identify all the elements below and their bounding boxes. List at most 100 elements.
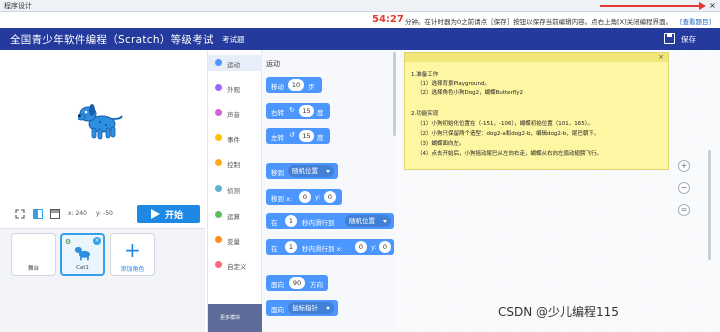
more-blocks-button[interactable]: 更多模块 bbox=[208, 304, 263, 332]
code-area[interactable]: × 1.准备工作 （1）选择背景Playground。 （2）选择角色小狗Dog… bbox=[396, 50, 720, 332]
fullscreen-icon[interactable] bbox=[15, 209, 25, 219]
code-scrollbar[interactable] bbox=[708, 150, 711, 260]
task-note[interactable]: × 1.准备工作 （1）选择背景Playground。 （2）选择角色小狗Dog… bbox=[404, 52, 669, 170]
block-text: 面向 bbox=[271, 306, 284, 314]
stage-canvas[interactable] bbox=[0, 50, 205, 200]
block-text: 左转 bbox=[271, 134, 284, 142]
category-dot bbox=[215, 185, 222, 192]
rotate-right-icon: ↻ bbox=[289, 106, 295, 114]
glide-xy-seconds-input[interactable]: 1 bbox=[285, 241, 297, 253]
stage-card[interactable]: 舞台 bbox=[11, 233, 56, 276]
window-close-icon[interactable]: × bbox=[708, 1, 717, 10]
window-title: 程序设计 bbox=[4, 2, 32, 10]
block-text: 方向 bbox=[310, 281, 323, 289]
note-close-icon[interactable]: × bbox=[658, 53, 664, 62]
palette-heading: 运动 bbox=[266, 60, 280, 68]
note-line: （1）小狗初始化位置在（-151，-106），蝴蝶初始位置（101，165）。 bbox=[417, 121, 593, 127]
category-motion[interactable]: 运动 bbox=[208, 55, 263, 71]
category-dot bbox=[215, 261, 222, 268]
category-variables[interactable]: 变量 bbox=[208, 232, 263, 248]
block-turn-left[interactable]: 左转 ↺ 15 度 bbox=[266, 128, 330, 144]
block-point-direction[interactable]: 面向 90 方向 bbox=[266, 275, 328, 291]
block-turn-right[interactable]: 右转 ↻ 15 度 bbox=[266, 103, 330, 119]
block-text: 右转 bbox=[271, 109, 284, 117]
category-looks[interactable]: 外观 bbox=[208, 80, 263, 96]
block-goto[interactable]: 移到 随机位置 bbox=[266, 163, 338, 179]
csdn-watermark: CSDN @少儿编程115 bbox=[498, 305, 619, 319]
exam-header: 全国青少年软件编程（Scratch）等级考试 考试题 保存 bbox=[0, 28, 720, 50]
play-icon bbox=[151, 209, 160, 219]
note-title-bar[interactable]: × bbox=[405, 53, 668, 62]
delete-sprite-icon[interactable]: × bbox=[93, 237, 101, 245]
turn-left-input[interactable]: 15 bbox=[299, 130, 314, 142]
tab-exam-question[interactable]: 考试题 bbox=[222, 34, 245, 45]
category-label: 运算 bbox=[227, 213, 240, 221]
small-stage-icon[interactable] bbox=[33, 209, 43, 219]
note-line: （2）选择角色小狗Dog2，蝴蝶Butterfly2 bbox=[417, 90, 524, 96]
point-towards-dropdown[interactable]: 鼠标指针 bbox=[288, 302, 334, 314]
direction-input[interactable]: 90 bbox=[289, 277, 305, 289]
category-my-blocks[interactable]: 自定义 bbox=[208, 257, 263, 273]
gear-icon[interactable]: ⚙ bbox=[65, 238, 71, 246]
note-line: （1）选择背景Playground。 bbox=[417, 81, 490, 87]
timer-message: 分钟。在计时器为0之前请点［保存］按钮以保存当前编辑内容。点右上角[X]关闭编程… bbox=[405, 18, 673, 26]
category-sensing[interactable]: 侦测 bbox=[208, 181, 263, 197]
view-question-link[interactable]: [查看题目] bbox=[680, 16, 711, 26]
category-dot bbox=[215, 134, 222, 141]
start-label: 开始 bbox=[165, 211, 184, 221]
more-blocks-label: 更多模块 bbox=[220, 315, 241, 321]
block-text: 移到 bbox=[271, 169, 284, 177]
zoom-reset-icon[interactable]: = bbox=[678, 204, 690, 216]
start-button[interactable]: 开始 bbox=[137, 205, 200, 223]
dog-sprite[interactable] bbox=[78, 100, 124, 142]
goto-target-dropdown[interactable]: 随机位置 bbox=[288, 165, 334, 177]
glide-y-input[interactable]: 0 bbox=[379, 241, 391, 253]
exam-title: 全国青少年软件编程（Scratch）等级考试 bbox=[10, 34, 214, 46]
turn-right-input[interactable]: 15 bbox=[299, 105, 314, 117]
x-coordinate: x: 240 bbox=[68, 210, 87, 217]
stage-card-label: 舞台 bbox=[27, 266, 39, 272]
large-stage-icon[interactable] bbox=[50, 209, 60, 219]
glide-target-dropdown[interactable]: 随机位置 bbox=[345, 215, 391, 227]
info-bar: 54:27 分钟。在计时器为0之前请点［保存］按钮以保存当前编辑内容。点右上角[… bbox=[0, 13, 720, 27]
save-label: 保存 bbox=[681, 35, 696, 44]
category-events[interactable]: 事件 bbox=[208, 130, 263, 146]
zoom-out-icon[interactable]: − bbox=[678, 182, 690, 194]
add-sprite-button[interactable]: + 添加角色 bbox=[110, 233, 155, 276]
goto-x-input[interactable]: 0 bbox=[299, 191, 311, 203]
category-label: 声音 bbox=[227, 111, 240, 119]
block-text: 度 bbox=[317, 109, 324, 117]
sprite-panel: 舞台 ⚙ × Cat1 + 添加角色 bbox=[0, 228, 205, 332]
save-icon bbox=[664, 33, 675, 44]
plus-icon: + bbox=[124, 238, 141, 262]
zoom-in-icon[interactable]: + bbox=[678, 160, 690, 172]
goto-y-input[interactable]: 0 bbox=[324, 191, 336, 203]
sprite-card-cat1[interactable]: ⚙ × Cat1 bbox=[60, 233, 105, 276]
block-glide-to[interactable]: 在 1 秒内滑行到 随机位置 bbox=[266, 213, 394, 229]
block-goto-xy[interactable]: 移到 x: 0 y: 0 bbox=[266, 189, 342, 205]
category-sound[interactable]: 声音 bbox=[208, 105, 263, 121]
block-text: y: bbox=[371, 243, 377, 251]
glide-seconds-input[interactable]: 1 bbox=[285, 215, 297, 227]
y-coordinate: y: -50 bbox=[96, 210, 113, 217]
block-text: 步 bbox=[308, 83, 315, 91]
block-glide-xy[interactable]: 在 1 秒内滑行到 x: 0 y: 0 bbox=[266, 239, 394, 255]
note-line: （2）小狗只保留两个造型：dog2-a和dog2-b，编辑dog2-b，尾巴朝下… bbox=[417, 131, 600, 137]
block-categories: 运动 外观 声音 事件 控制 侦测 运算 变量 自定义 更多模块 bbox=[207, 50, 263, 332]
block-move-steps[interactable]: 移动 10 步 bbox=[266, 77, 322, 93]
glide-x-input[interactable]: 0 bbox=[355, 241, 367, 253]
add-sprite-label: 添加角色 bbox=[120, 266, 145, 273]
stage-toolbar: x: 240 y: -50 开始 bbox=[0, 200, 205, 228]
category-label: 外观 bbox=[227, 86, 240, 94]
category-label: 自定义 bbox=[227, 263, 247, 271]
block-text: 秒内滑行到 bbox=[302, 219, 335, 227]
block-point-towards[interactable]: 面向 鼠标指针 bbox=[266, 300, 338, 316]
category-operators[interactable]: 运算 bbox=[208, 207, 263, 223]
category-control[interactable]: 控制 bbox=[208, 155, 263, 171]
block-palette: 运动 移动 10 步 右转 ↻ 15 度 左转 ↺ 15 度 移到 随机位置 移… bbox=[262, 50, 396, 332]
category-label: 变量 bbox=[227, 238, 240, 246]
category-dot bbox=[215, 211, 222, 218]
block-text: 度 bbox=[317, 134, 324, 142]
note-line: 1.准备工作 bbox=[411, 72, 439, 78]
move-steps-input[interactable]: 10 bbox=[288, 79, 304, 91]
